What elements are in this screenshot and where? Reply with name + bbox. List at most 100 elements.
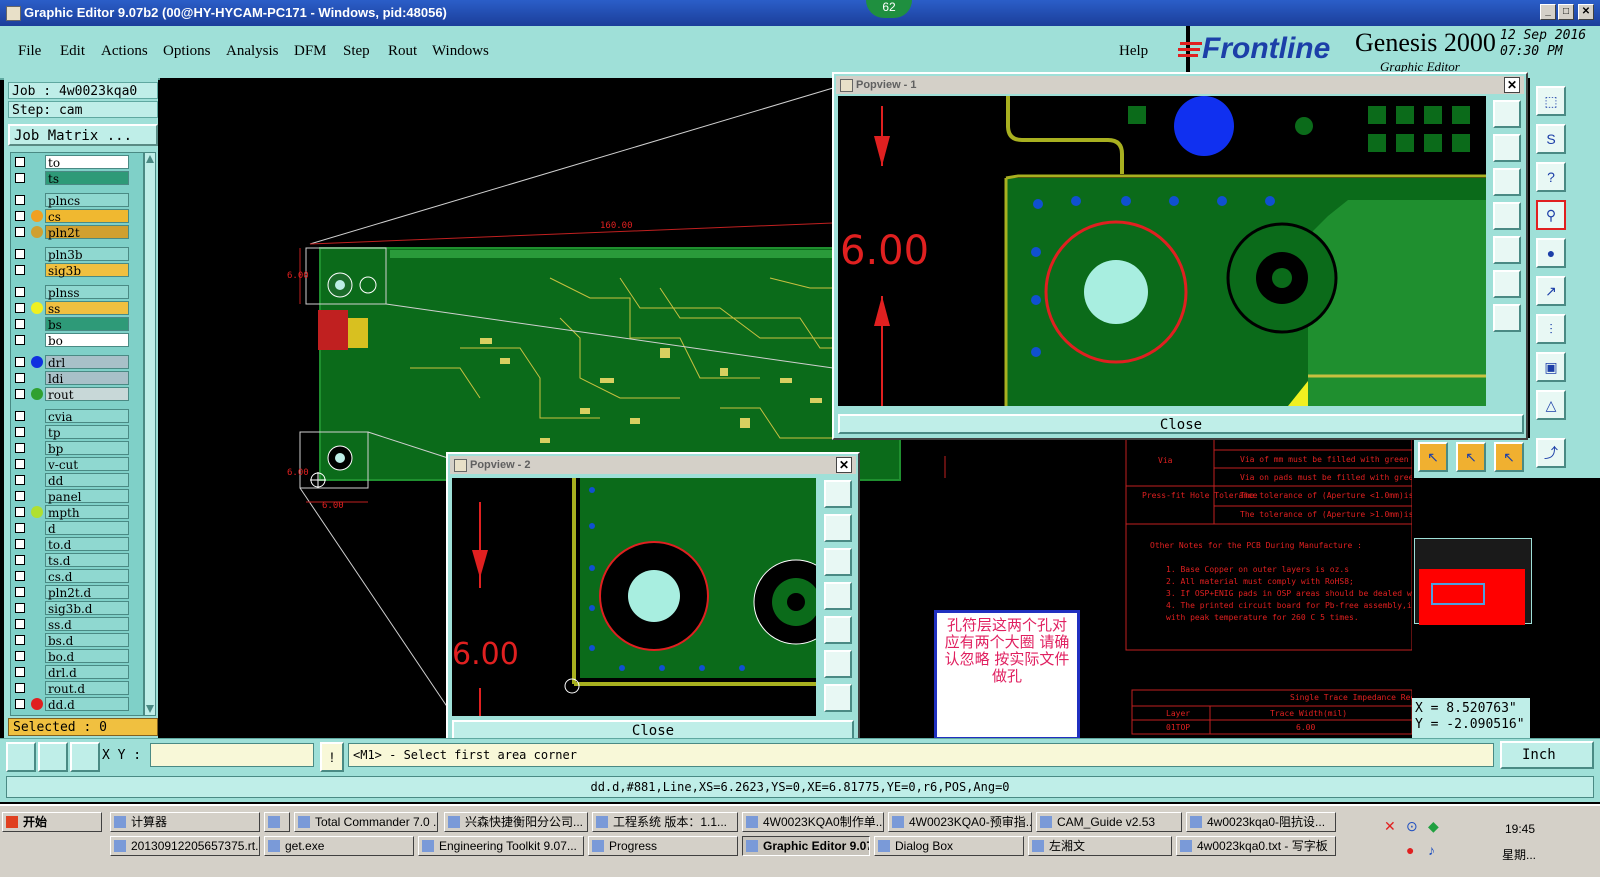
popview-1-close-icon[interactable]: ✕	[1504, 77, 1520, 93]
popview-2-drawing[interactable]: 6.00	[452, 478, 816, 716]
layer-checkbox[interactable]	[15, 635, 25, 645]
popview-pan-left-icon[interactable]	[824, 582, 852, 610]
layer-row[interactable]: ldi	[11, 371, 131, 386]
layer-checkbox[interactable]	[15, 287, 25, 297]
popview-2-close-button[interactable]: Close	[452, 720, 854, 740]
popview-1-window[interactable]: Popview - 1 ✕ 6.00 Close	[832, 72, 1528, 440]
popview-1-drawing[interactable]: 6.00	[838, 96, 1486, 406]
layer-checkbox[interactable]	[15, 555, 25, 565]
popview-zoom-in-icon[interactable]	[1493, 270, 1521, 298]
taskbar-button[interactable]: Progress	[588, 836, 738, 856]
snap-mode-icon[interactable]	[6, 742, 36, 772]
layer-checkbox[interactable]	[15, 475, 25, 485]
grid-icon[interactable]	[70, 742, 100, 772]
layer-row[interactable]: ts.d	[11, 553, 131, 568]
menu-rout[interactable]: Rout	[388, 43, 417, 60]
zoom-window-button[interactable]: ⬚	[1536, 86, 1566, 116]
layer-name[interactable]: drl	[45, 355, 129, 370]
layer-name[interactable]: v-cut	[45, 457, 129, 472]
layer-row[interactable]: panel	[11, 489, 131, 504]
layer-checkbox[interactable]	[15, 443, 25, 453]
tray-icon-network[interactable]: ⊙	[1406, 818, 1418, 835]
minimize-button[interactable]: _	[1540, 4, 1556, 20]
minimap-viewport[interactable]	[1431, 583, 1485, 605]
layer-checkbox[interactable]	[15, 227, 25, 237]
layer-checkbox[interactable]	[15, 587, 25, 597]
layer-name[interactable]: bo	[45, 333, 129, 348]
popview-zoom-in-icon[interactable]	[824, 650, 852, 678]
layer-checkbox[interactable]	[15, 335, 25, 345]
layer-checkbox[interactable]	[15, 249, 25, 259]
popview-2-titlebar[interactable]: Popview - 2 ✕	[450, 456, 856, 474]
layer-row[interactable]: tp	[11, 425, 131, 440]
layer-row[interactable]: drl	[11, 355, 131, 370]
layer-row[interactable]: ts	[11, 171, 131, 186]
start-button[interactable]: 开始	[2, 812, 102, 832]
layer-name[interactable]: drl.d	[45, 665, 129, 680]
popview-pan-right-icon[interactable]	[824, 616, 852, 644]
layer-name[interactable]: to.d	[45, 537, 129, 552]
layer-row[interactable]: ss.d	[11, 617, 131, 632]
layer-checkbox[interactable]	[15, 667, 25, 677]
layer-name[interactable]: sig3b	[45, 263, 129, 278]
layer-row[interactable]: drl.d	[11, 665, 131, 680]
layer-row[interactable]: cs.d	[11, 569, 131, 584]
taskbar-button[interactable]: Engineering Toolkit 9.07...	[418, 836, 584, 856]
layer-row[interactable]: v-cut	[11, 457, 131, 472]
close-button[interactable]: ✕	[1578, 4, 1594, 20]
layer-row[interactable]: bs.d	[11, 633, 131, 648]
taskbar-button[interactable]: 4W0023KQA0制作单....	[742, 812, 884, 832]
layer-checkbox[interactable]	[15, 157, 25, 167]
layer-name[interactable]: bp	[45, 441, 129, 456]
menu-edit[interactable]: Edit	[60, 43, 85, 60]
layer-row[interactable]: bs	[11, 317, 131, 332]
layer-checkbox[interactable]	[15, 459, 25, 469]
layer-checkbox[interactable]	[15, 265, 25, 275]
menu-actions[interactable]: Actions	[101, 43, 148, 60]
layer-row[interactable]: sig3b	[11, 263, 131, 278]
layer-name[interactable]: pln2t.d	[45, 585, 129, 600]
tray-icon-volume[interactable]: ♪	[1428, 842, 1435, 858]
layer-checkbox[interactable]	[15, 603, 25, 613]
bang-button[interactable]: !	[320, 742, 344, 772]
menu-file[interactable]: File	[18, 43, 41, 60]
layer-name[interactable]: d	[45, 521, 129, 536]
taskbar-button[interactable]: 兴森快捷衡阳分公司...	[444, 812, 588, 832]
layer-name[interactable]: ldi	[45, 371, 129, 386]
taskbar-button[interactable]: 计算器	[110, 812, 260, 832]
taskbar-button[interactable]: 工程系统 版本：1.1...	[592, 812, 738, 832]
layer-name[interactable]: plncs	[45, 193, 129, 208]
clock[interactable]: 19:45	[1505, 822, 1535, 836]
layer-name[interactable]: cvia	[45, 409, 129, 424]
line-button[interactable]: ↗	[1536, 276, 1566, 306]
layer-row[interactable]: plnss	[11, 285, 131, 300]
layer-name[interactable]: dd.d	[45, 697, 129, 712]
layer-checkbox[interactable]	[15, 699, 25, 709]
layer-name[interactable]: ts	[45, 171, 129, 186]
layer-checkbox[interactable]	[15, 319, 25, 329]
layer-row[interactable]: rout.d	[11, 681, 131, 696]
layer-row[interactable]: d	[11, 521, 131, 536]
layer-row[interactable]: bo.d	[11, 649, 131, 664]
layer-checkbox[interactable]	[15, 357, 25, 367]
menu-dfm[interactable]: DFM	[294, 43, 327, 60]
minimap[interactable]	[1414, 538, 1532, 625]
angle-mode-icon[interactable]	[38, 742, 68, 772]
taskbar-button[interactable]: 4w0023kqa0-阻抗设...	[1186, 812, 1336, 832]
menu-windows[interactable]: Windows	[432, 43, 489, 60]
layer-name[interactable]: cs	[45, 209, 129, 224]
layer-checkbox[interactable]	[15, 303, 25, 313]
taskbar-button[interactable]: 4w0023kqa0.txt - 写字板	[1176, 836, 1336, 856]
taskbar-button[interactable]: 4W0023KQA0-预审指...	[888, 812, 1032, 832]
taskbar-button[interactable]: 左湘文	[1028, 836, 1172, 856]
layer-name[interactable]: to	[45, 155, 129, 170]
menu-analysis[interactable]: Analysis	[226, 43, 279, 60]
layer-name[interactable]: pln2t	[45, 225, 129, 240]
layer-row[interactable]: pln3b	[11, 247, 131, 262]
layer-row[interactable]: cs	[11, 209, 131, 224]
taskbar-button[interactable]: Total Commander 7.0 ...	[294, 812, 438, 832]
layer-row[interactable]: mpth	[11, 505, 131, 520]
popview-zoom-icon[interactable]	[824, 480, 852, 508]
layer-name[interactable]: cs.d	[45, 569, 129, 584]
popview-1-close-button[interactable]: Close	[838, 414, 1524, 434]
